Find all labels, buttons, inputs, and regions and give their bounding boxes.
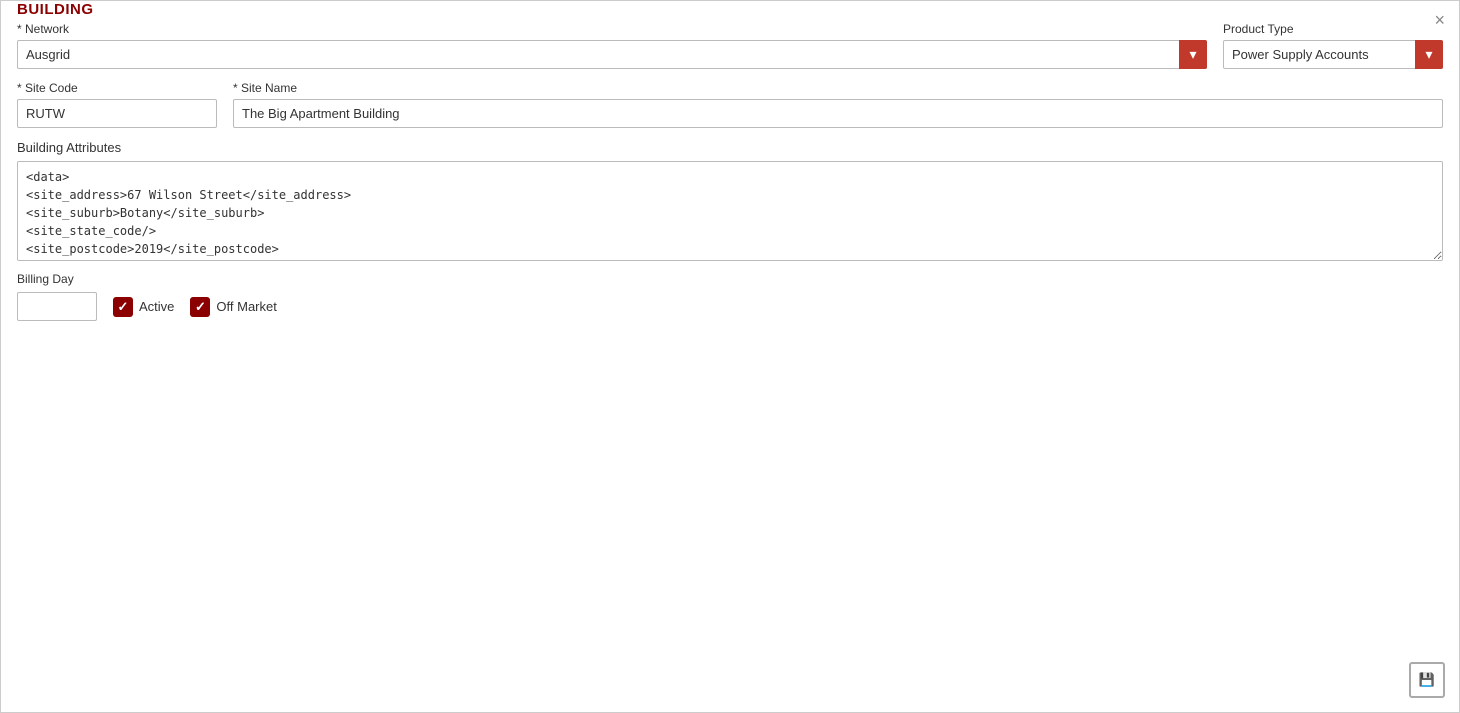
active-label: Active [139,299,174,314]
billing-row: Active Off Market [17,292,1443,321]
billing-day-label: Billing Day [17,272,1443,286]
network-field-group: * Network Ausgrid [17,22,1207,69]
billing-day-input[interactable] [17,292,97,321]
site-code-field-group: * Site Code [17,81,217,128]
product-type-select-wrapper: Power Supply Accounts [1223,40,1443,69]
off-market-label: Off Market [216,299,276,314]
network-select-wrapper: Ausgrid [17,40,1207,69]
active-checkbox-group: Active [113,297,174,317]
network-select[interactable]: Ausgrid [17,40,1207,69]
row-site: * Site Code * Site Name [17,81,1443,128]
site-name-field-group: * Site Name [233,81,1443,128]
row-network-product: * Network Ausgrid Product Type Power Sup… [17,22,1443,69]
building-attributes-label: Building Attributes [17,140,1443,155]
form-area: * Network Ausgrid Product Type Power Sup… [1,18,1459,337]
building-attributes-section: Building Attributes <data> <site_address… [17,140,1443,264]
product-type-field-group: Product Type Power Supply Accounts [1223,22,1443,69]
active-checkbox[interactable] [113,297,133,317]
site-code-input[interactable] [17,99,217,128]
off-market-checkbox-group: Off Market [190,297,276,317]
billing-section: Billing Day Active Off Market [17,272,1443,321]
product-type-label: Product Type [1223,22,1443,36]
off-market-checkbox[interactable] [190,297,210,317]
close-button[interactable]: × [1434,11,1445,29]
building-dialog: BUILDING × * Network Ausgrid Product Typ… [0,0,1460,713]
site-name-label: * Site Name [233,81,1443,95]
save-button[interactable]: 💾 [1409,662,1445,698]
building-attributes-container: <data> <site_address>67 Wilson Street</s… [17,161,1443,264]
save-icon: 💾 [1419,672,1435,688]
product-type-select[interactable]: Power Supply Accounts [1223,40,1443,69]
site-code-label: * Site Code [17,81,217,95]
network-label: * Network [17,22,1207,36]
site-name-input[interactable] [233,99,1443,128]
building-attributes-textarea[interactable]: <data> <site_address>67 Wilson Street</s… [17,161,1443,261]
